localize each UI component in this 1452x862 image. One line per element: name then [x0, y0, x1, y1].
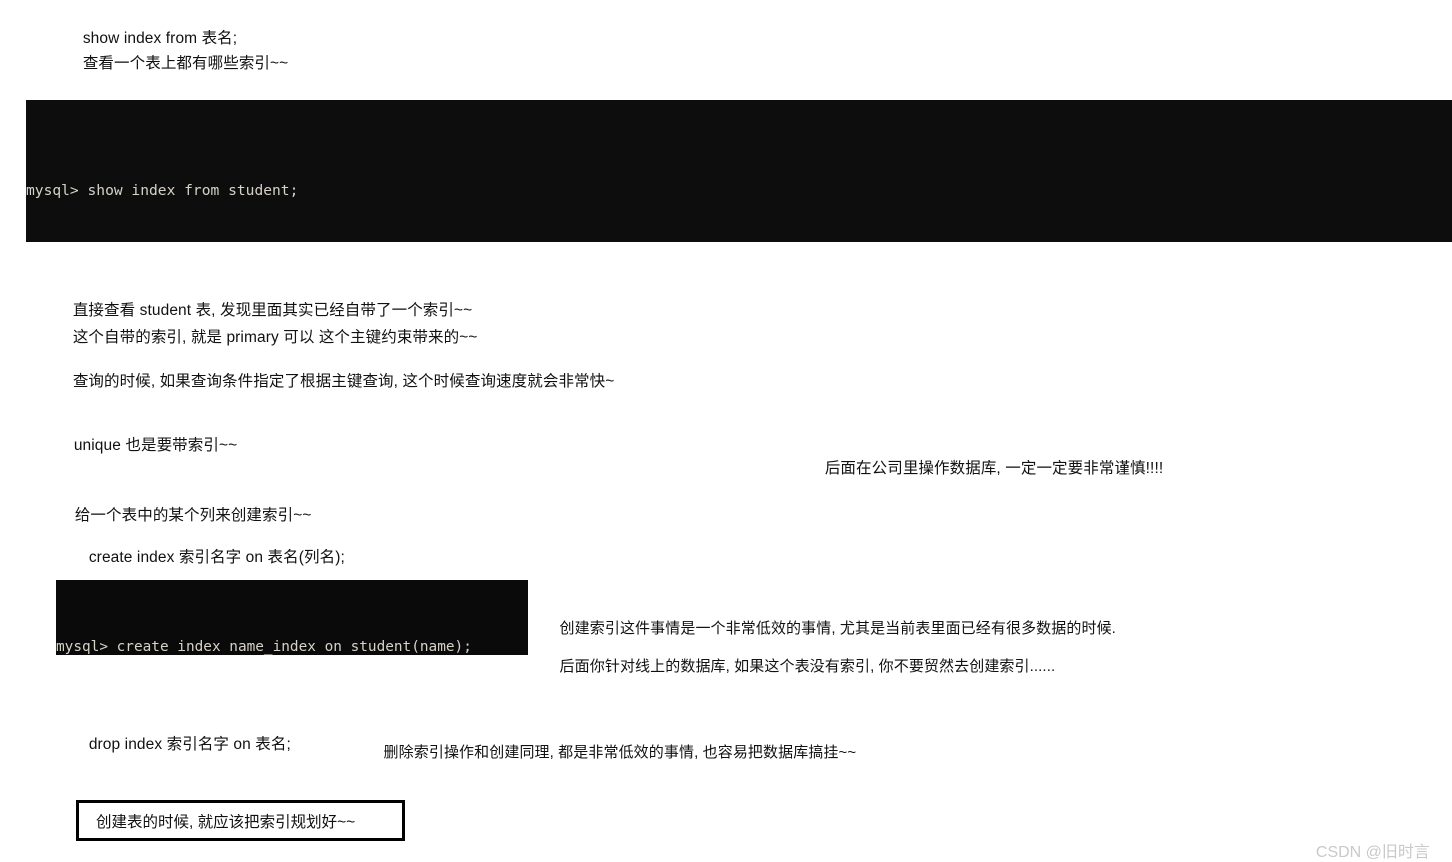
- create-index-syntax-line: create index 索引名字 on 表名(列名);: [80, 519, 345, 571]
- drop-index-comment-line: 删除索引操作和创建同理, 都是非常低效的事情, 也容易把数据库搞挂~~: [375, 714, 857, 766]
- csdn-watermark-text: CSDN @旧时言: [1315, 844, 1430, 861]
- show-index-description-line: 查看一个表上都有哪些索引~~: [74, 25, 288, 77]
- terminal-create-prompt-line: mysql> create index name_index on studen…: [56, 639, 472, 655]
- plan-index-callout-box: 创建表的时候, 就应该把索引规划好~~: [76, 800, 405, 841]
- terminal-create-index: mysql> create index name_index on studen…: [56, 580, 528, 655]
- drop-index-comment-text: 删除索引操作和创建同理, 都是非常低效的事情, 也容易把数据库搞挂~~: [383, 744, 857, 761]
- drop-index-syntax-text: drop index 索引名字 on 表名;: [88, 736, 291, 753]
- production-db-warning-note: 后面你针对线上的数据库, 如果这个表没有索引, 你不要贸然去创建索引......: [551, 628, 1056, 680]
- production-db-warning-text: 后面你针对线上的数据库, 如果这个表没有索引, 你不要贸然去创建索引......: [559, 658, 1056, 675]
- query-speed-note-line: 查询的时候, 如果查询条件指定了根据主键查询, 这个时候查询速度就会非常快~: [64, 343, 614, 395]
- unique-index-note-text: unique 也是要带索引~~: [73, 437, 238, 454]
- drop-index-syntax-line: drop index 索引名字 on 表名;: [80, 706, 291, 758]
- query-speed-note-text: 查询的时候, 如果查询条件指定了根据主键查询, 这个时候查询速度就会非常快~: [72, 373, 615, 390]
- plan-index-callout-text: 创建表的时候, 就应该把索引规划好~~: [96, 813, 356, 831]
- csdn-watermark: CSDN @旧时言: [1307, 820, 1430, 862]
- terminal-prompt-line: mysql> show index from student;: [26, 182, 299, 199]
- caution-warning-text: 后面在公司里操作数据库, 一定一定要非常谨慎!!!!: [824, 460, 1164, 477]
- caution-warning-note: 后面在公司里操作数据库, 一定一定要非常谨慎!!!!: [816, 430, 1163, 482]
- terminal-show-index: mysql> show index from student; +-------…: [26, 100, 1452, 242]
- unique-index-note-line: unique 也是要带索引~~: [65, 407, 237, 459]
- create-index-syntax-text: create index 索引名字 on 表名(列名);: [88, 549, 345, 566]
- show-index-description-text: 查看一个表上都有哪些索引~~: [82, 55, 289, 72]
